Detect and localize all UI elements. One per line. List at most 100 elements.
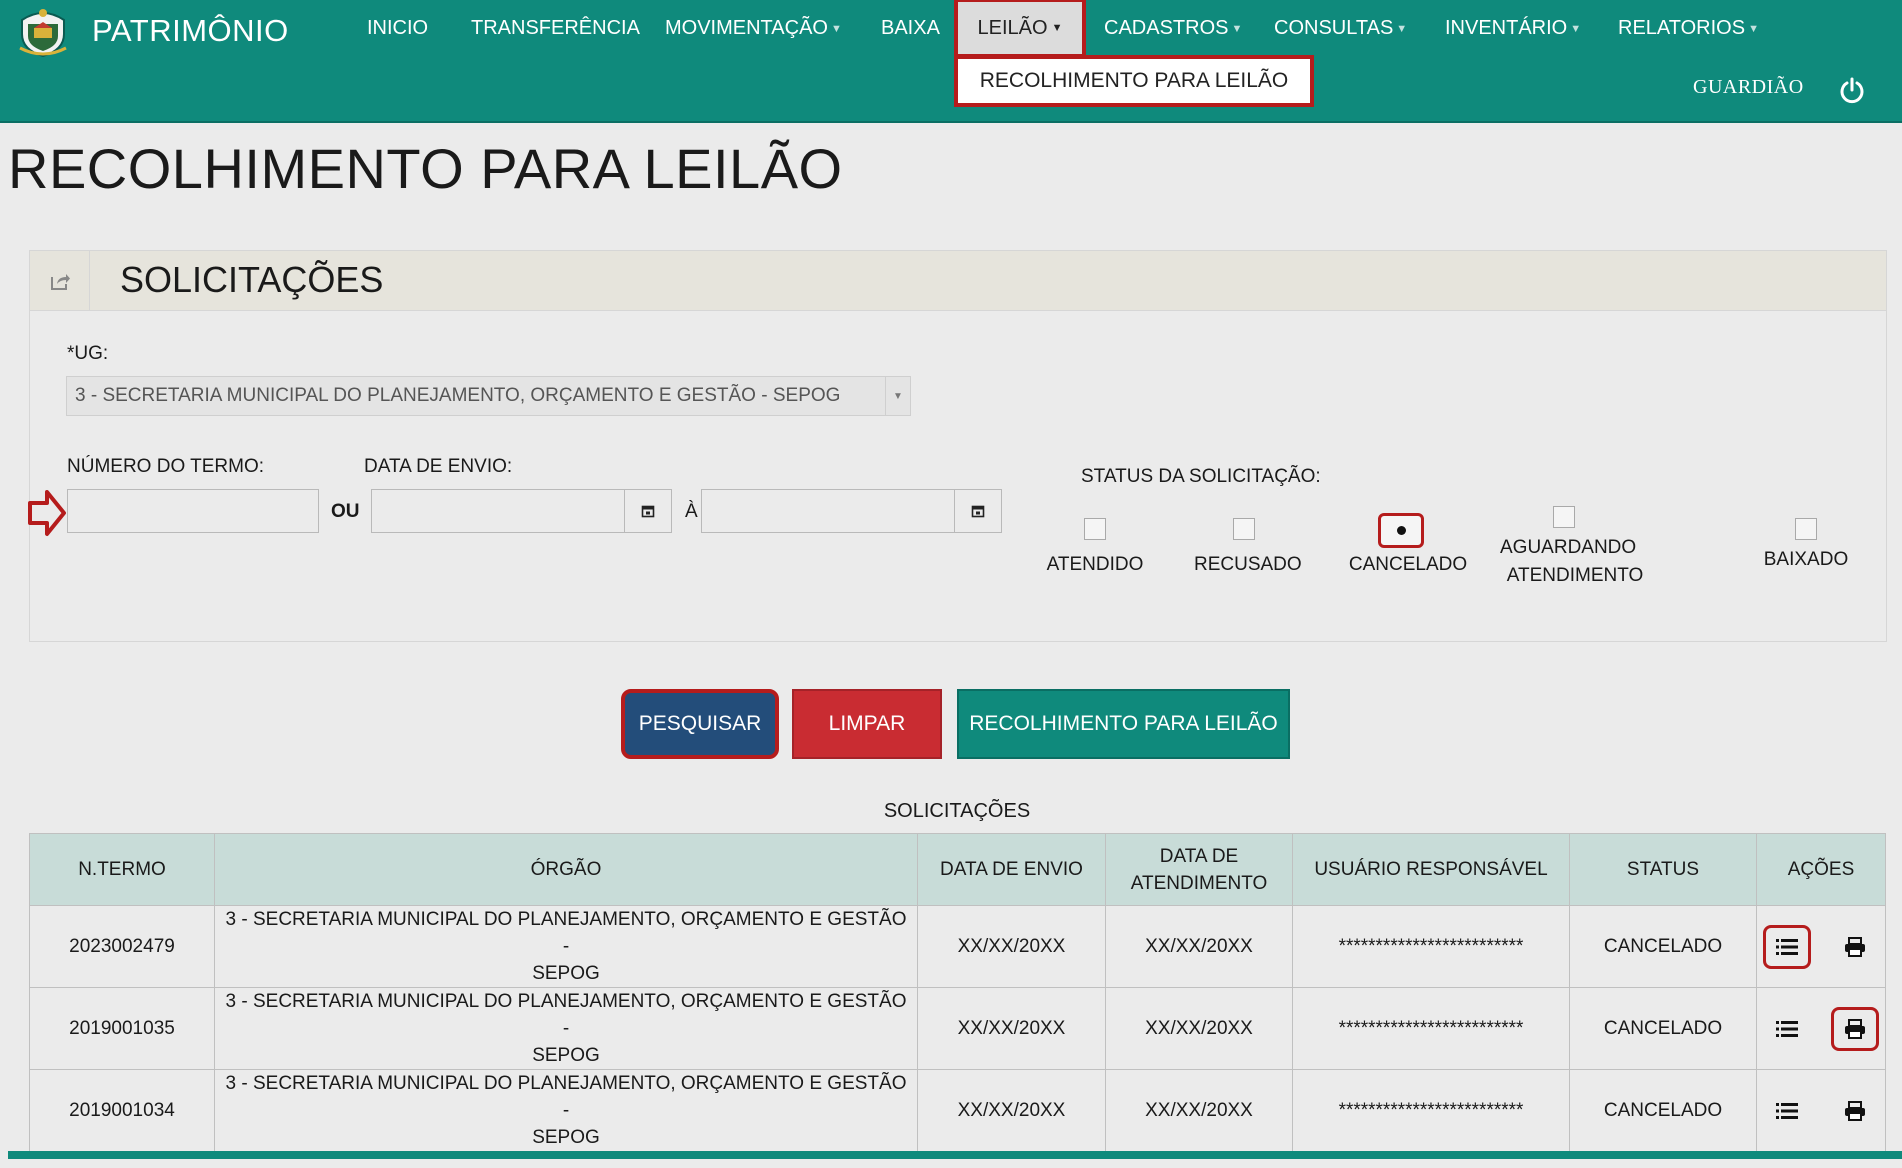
cell-status: CANCELADO [1569,905,1757,988]
cell-data-atendimento: XX/XX/20XX [1105,1069,1293,1152]
nav-label: MOVIMENTAÇÃO [665,17,828,39]
col-header-data-atendimento: DATA DE ATENDIMENTO [1105,833,1293,906]
top-navbar: PATRIMÔNIO INICIO TRANSFERÊNCIA MOVIMENT… [0,0,1902,123]
nav-item-movimentacao[interactable]: MOVIMENTAÇÃO ▼ [665,17,842,40]
nav-label: BAIXA [881,17,940,39]
data-inicio-input[interactable] [371,489,625,533]
status-cancelado-checkbox[interactable] [1378,513,1424,548]
nav-label: CADASTROS [1104,17,1229,39]
col-header-usuario: USUÁRIO RESPONSÁVEL [1292,833,1570,906]
status-atendido-label: ATENDIDO [1046,554,1144,575]
ug-select[interactable]: 3 - SECRETARIA MUNICIPAL DO PLANEJAMENTO… [66,376,911,416]
data-envio-label: DATA DE ENVIO: [364,456,513,477]
table-caption: SOLICITAÇÕES [883,800,1031,822]
cell-acoes [1756,905,1886,988]
status-recusado-checkbox[interactable] [1233,518,1255,540]
orgao-line: 3 - SECRETARIA MUNICIPAL DO PLANEJAMENTO… [225,1073,907,1121]
caret-down-icon: ▼ [1570,23,1582,35]
col-header-status: STATUS [1569,833,1757,906]
recolhimento-button-label: RECOLHIMENTO PARA LEILÃO [969,712,1278,735]
chevron-down-icon[interactable]: ▼ [885,377,910,415]
status-baixado-checkbox[interactable] [1795,518,1817,540]
status-baixado-label: BAIXADO [1763,549,1849,570]
header-line: ATENDIMENTO [1130,872,1268,894]
checked-dot [1396,526,1406,535]
cell-data-envio: XX/XX/20XX [917,1069,1106,1152]
orgao-line: SEPOG [532,963,600,984]
status-aguardando-label-line1: AGUARDANDO [1500,537,1637,558]
nav-label: INVENTÁRIO [1445,17,1568,39]
cell-orgao: 3 - SECRETARIA MUNICIPAL DO PLANEJAMENTO… [214,1069,918,1152]
cell-orgao: 3 - SECRETARIA MUNICIPAL DO PLANEJAMENTO… [214,905,918,988]
a-label: À [685,501,698,522]
nav-item-transferencia[interactable]: TRANSFERÊNCIA [471,17,640,40]
print-icon[interactable] [1831,925,1879,969]
city-crest-logo [19,9,67,58]
status-atendido-checkbox[interactable] [1084,518,1106,540]
nav-item-consultas[interactable]: CONSULTAS ▼ [1274,17,1407,40]
print-icon[interactable] [1831,1089,1879,1133]
nav-label: RELATORIOS [1618,17,1746,39]
orgao-line: SEPOG [532,1127,600,1148]
cell-usuario: ************************* [1292,905,1570,988]
orgao-line: 3 - SECRETARIA MUNICIPAL DO PLANEJAMENTO… [225,909,907,957]
clear-button-label: LIMPAR [828,712,906,735]
share-icon [50,273,70,290]
nav-label: TRANSFERÊNCIA [471,17,640,39]
cell-usuario: ************************* [1292,987,1570,1070]
panel-header: SOLICITAÇÕES [30,251,1886,311]
cell-acoes [1756,1069,1886,1152]
data-fim-input[interactable] [701,489,955,533]
calendar-icon[interactable] [954,489,1002,533]
caret-down-icon: ▼ [1748,23,1759,35]
list-icon[interactable] [1763,1007,1811,1051]
search-button-label: PESQUISAR [638,712,762,735]
dropdown-item-recolhimento[interactable]: RECOLHIMENTO PARA LEILÃO [954,55,1314,107]
print-icon[interactable] [1831,1006,1879,1051]
table-row: 2019001034 3 - SECRETARIA MUNICIPAL DO P… [29,1069,1886,1152]
brand[interactable]: PATRIMÔNIO [14,4,289,58]
list-icon[interactable] [1763,1089,1811,1133]
recolhimento-button[interactable]: RECOLHIMENTO PARA LEILÃO [957,689,1290,759]
termo-input[interactable] [67,489,319,533]
col-header-acoes: AÇÕES [1756,833,1886,906]
nav-item-relatorios[interactable]: RELATORIOS ▼ [1618,17,1759,40]
nav-label: LEILÃO [977,16,1048,39]
nav-label: CONSULTAS [1274,17,1394,39]
cell-data-atendimento: XX/XX/20XX [1105,987,1293,1070]
list-icon[interactable] [1763,924,1811,969]
table-row: 2023002479 3 - SECRETARIA MUNICIPAL DO P… [29,905,1886,988]
status-aguardando-checkbox[interactable] [1553,506,1575,528]
cell-termo: 2019001035 [29,987,215,1070]
user-name[interactable]: GUARDIÃO [1693,76,1804,99]
table-row: 2019001035 3 - SECRETARIA MUNICIPAL DO P… [29,987,1886,1070]
power-icon[interactable] [1838,76,1866,104]
ug-select-value: 3 - SECRETARIA MUNICIPAL DO PLANEJAMENTO… [75,385,841,406]
nav-item-inventario[interactable]: INVENTÁRIO ▼ [1445,17,1581,40]
nav-item-baixa[interactable]: BAIXA [881,17,940,40]
cell-termo: 2023002479 [29,905,215,988]
col-header-termo: N.TERMO [29,833,215,906]
calendar-icon[interactable] [624,489,672,533]
orgao-line: 3 - SECRETARIA MUNICIPAL DO PLANEJAMENTO… [225,991,907,1039]
panel-title: SOLICITAÇÕES [120,259,384,300]
cell-data-envio: XX/XX/20XX [917,987,1106,1070]
page-title: RECOLHIMENTO PARA LEILÃO [8,137,843,200]
nav-item-leilao[interactable]: LEILÃO ▼ [954,0,1086,58]
cell-termo: 2019001034 [29,1069,215,1152]
cell-status: CANCELADO [1569,987,1757,1070]
app-title: PATRIMÔNIO [92,13,289,48]
header-line: DATA DE [1159,845,1239,867]
clear-button[interactable]: LIMPAR [792,689,942,759]
orgao-line: SEPOG [532,1045,600,1066]
panel-icon-container [30,251,90,310]
nav-item-cadastros[interactable]: CADASTROS ▼ [1104,17,1242,40]
status-label: STATUS DA SOLICITAÇÃO: [1081,466,1321,487]
table-header-row: N.TERMO ÓRGÃO DATA DE ENVIO DATA DE ATEND… [29,833,1886,906]
col-header-data-envio: DATA DE ENVIO [917,833,1106,906]
nav-item-inicio[interactable]: INICIO [367,17,428,40]
caret-down-icon: ▼ [830,23,842,35]
cell-status: CANCELADO [1569,1069,1757,1152]
search-button[interactable]: PESQUISAR [621,689,779,759]
status-aguardando-label-line2: ATENDIMENTO [1506,565,1644,586]
